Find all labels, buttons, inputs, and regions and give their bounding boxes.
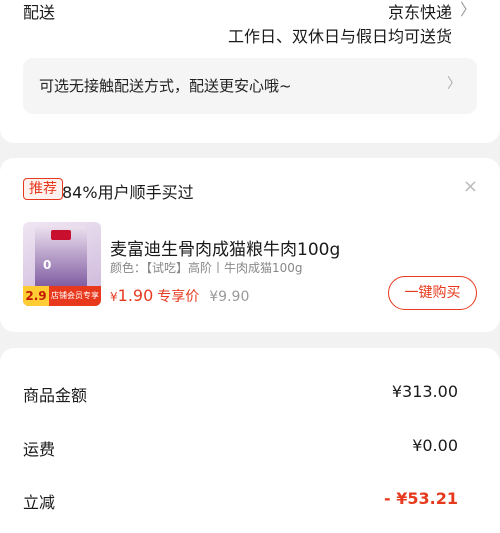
chevron-right-icon: 〉 bbox=[447, 76, 461, 92]
product-price-row: ¥1.90 专享价 ¥9.90 bbox=[110, 286, 249, 306]
amount-row-goods: 商品金额 ¥313.00 bbox=[23, 382, 458, 406]
close-icon[interactable]: × bbox=[463, 176, 478, 197]
delivery-label: 配送 bbox=[23, 3, 56, 22]
product-variant: 颜色：【试吃】高阶丨牛肉成猫100g bbox=[110, 261, 303, 275]
product-price: 1.90 bbox=[117, 286, 154, 305]
price-currency-symbol: ¥ bbox=[110, 290, 118, 304]
delivery-time: 工作日、双休日与假日均可送货 bbox=[227, 27, 452, 46]
amount-label: 立减 bbox=[23, 493, 56, 512]
chevron-right-icon[interactable]: 〉 bbox=[460, 0, 476, 20]
recommend-badge: 推荐 bbox=[23, 178, 63, 200]
amount-label: 商品金额 bbox=[23, 386, 88, 405]
member-price-label: 店铺会员专享 bbox=[51, 291, 99, 300]
brand-logo-graphic bbox=[51, 230, 71, 240]
amount-row-shipping: 运费 ¥0.00 bbox=[23, 436, 458, 460]
order-amount-card: 商品金额 ¥313.00 运费 ¥0.00 立减 - ¥53.21 bbox=[0, 348, 500, 533]
exclusive-price-label: 专享价 bbox=[157, 289, 200, 305]
member-price-tag: 2.9 店铺会员专享 bbox=[23, 286, 101, 306]
amount-value: ¥313.00 bbox=[391, 382, 458, 401]
contactless-delivery-text: 可选无接触配送方式，配送更安心哦~ bbox=[39, 77, 292, 95]
amount-label: 运费 bbox=[23, 440, 56, 459]
delivery-method[interactable]: 京东快递 bbox=[388, 0, 452, 23]
product-bag-number: 0 bbox=[43, 258, 52, 272]
recommendation-card: 推荐 84%用户顺手买过 × 0 2.9 店铺会员专享 麦富迪生骨肉成猫粮牛肉1… bbox=[0, 158, 500, 332]
discount-value: - ¥53.21 bbox=[384, 489, 458, 508]
product-image[interactable]: 0 2.9 店铺会员专享 bbox=[23, 222, 101, 306]
amount-value: ¥0.00 bbox=[412, 436, 458, 455]
original-price: ¥9.90 bbox=[209, 289, 250, 305]
product-name[interactable]: 麦富迪生骨肉成猫粮牛肉100g bbox=[110, 235, 340, 260]
amount-row-discount[interactable]: 立减 - ¥53.21 bbox=[23, 489, 458, 513]
delivery-card: 配送 京东快递 〉 工作日、双休日与假日均可送货 可选无接触配送方式，配送更安心… bbox=[0, 0, 500, 143]
contactless-delivery-option[interactable]: 可选无接触配送方式，配送更安心哦~ 〉 bbox=[23, 58, 477, 114]
member-price: 2.9 bbox=[23, 286, 49, 306]
one-click-buy-button[interactable]: 一键购买 bbox=[388, 276, 477, 310]
recommendation-title: 84%用户顺手买过 bbox=[62, 183, 194, 202]
